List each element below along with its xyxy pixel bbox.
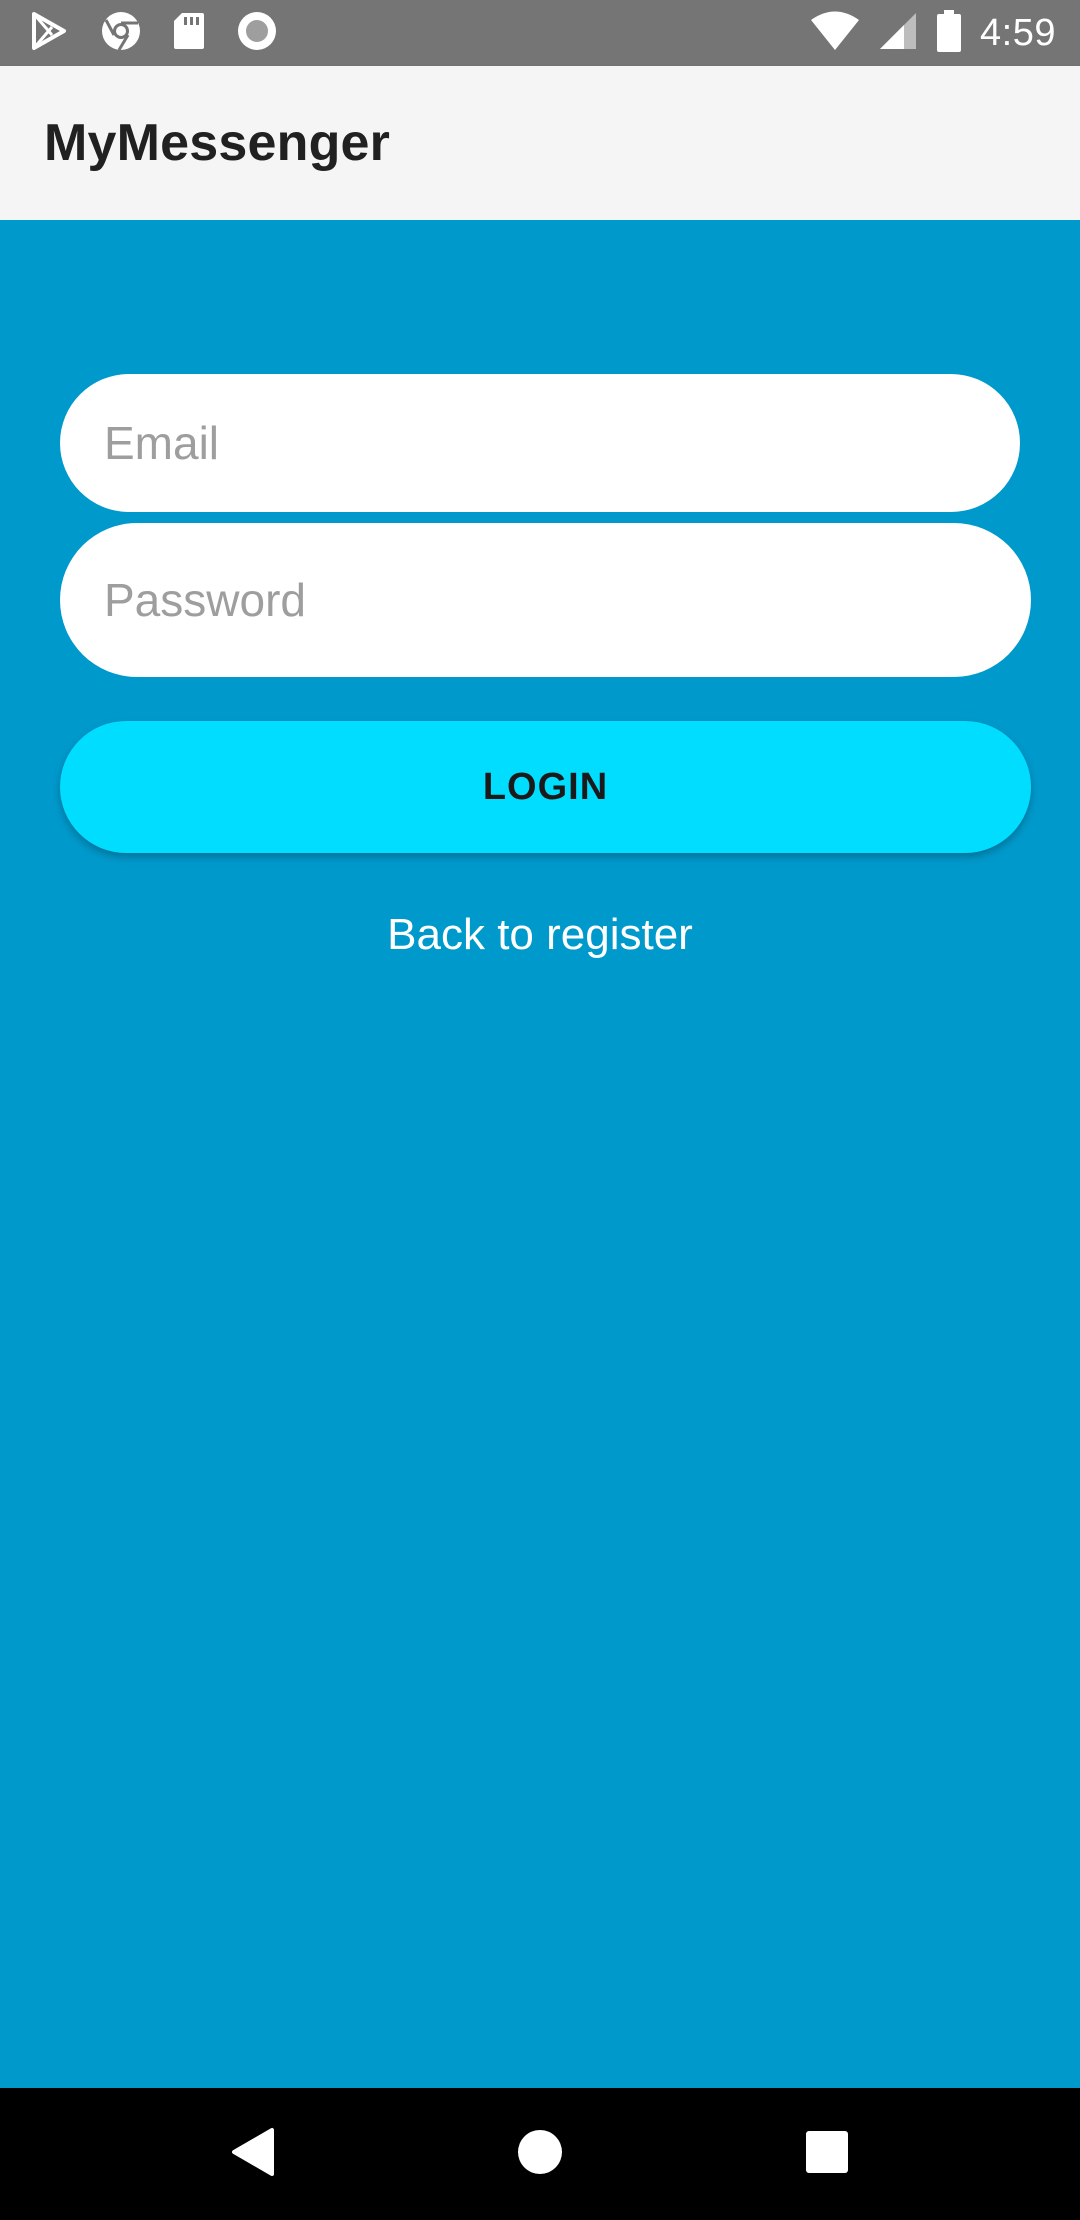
password-input[interactable] bbox=[104, 573, 1031, 627]
password-field[interactable] bbox=[60, 523, 1031, 677]
back-button[interactable] bbox=[213, 2114, 293, 2194]
cell-signal-icon bbox=[878, 11, 918, 56]
battery-icon bbox=[936, 9, 962, 57]
home-icon bbox=[517, 2129, 563, 2180]
email-field[interactable] bbox=[60, 374, 1020, 512]
back-icon bbox=[230, 2127, 276, 2182]
login-screen: LOGIN Back to register bbox=[0, 220, 1080, 2088]
navigation-bar bbox=[0, 2088, 1080, 2220]
status-bar: 4:59 bbox=[0, 0, 1080, 66]
app-title: MyMessenger bbox=[44, 114, 391, 172]
login-button[interactable]: LOGIN bbox=[60, 721, 1031, 853]
wifi-icon bbox=[810, 11, 860, 56]
app-bar: MyMessenger bbox=[0, 66, 1080, 220]
status-time: 4:59 bbox=[980, 11, 1056, 54]
home-button[interactable] bbox=[500, 2114, 580, 2194]
recents-icon bbox=[805, 2130, 849, 2179]
sd-card-icon bbox=[172, 11, 206, 56]
play-store-icon bbox=[30, 11, 70, 56]
record-icon bbox=[236, 10, 278, 57]
recents-button[interactable] bbox=[787, 2114, 867, 2194]
back-to-register-link[interactable]: Back to register bbox=[0, 910, 1080, 960]
status-right-icons: 4:59 bbox=[792, 9, 1056, 57]
chrome-icon bbox=[100, 10, 142, 57]
email-input[interactable] bbox=[104, 416, 1020, 470]
status-left-icons bbox=[30, 10, 308, 57]
